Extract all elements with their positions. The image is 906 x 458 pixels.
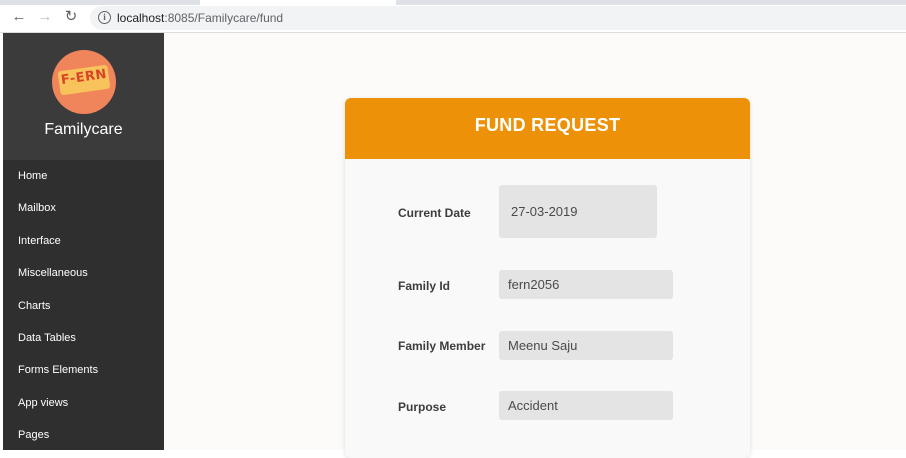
url-text[interactable]: localhost:8085/Familycare/fund [117, 11, 283, 25]
url-host: localhost [117, 11, 165, 25]
logo[interactable]: F-ERN [52, 50, 116, 114]
sidebar-item-pages[interactable]: Pages [3, 419, 164, 451]
active-tab[interactable] [200, 0, 396, 5]
family-member-label: Family Member [398, 339, 486, 353]
family-id-label: Family Id [398, 279, 451, 293]
main-content: FUND REQUEST Current Date Family Id Fami… [164, 33, 906, 458]
fund-request-card: FUND REQUEST Current Date Family Id Fami… [345, 98, 750, 458]
sidebar: F-ERN Familycare Home Mailbox Interface … [3, 33, 164, 450]
browser-toolbar: ← → ↻ i localhost:8085/Familycare/fund [0, 0, 906, 33]
sidebar-item-interface[interactable]: Interface [3, 225, 164, 257]
current-date-field[interactable] [499, 185, 657, 238]
sidebar-item-miscellaneous[interactable]: Miscellaneous [3, 257, 164, 289]
family-member-field[interactable] [499, 331, 673, 360]
purpose-field[interactable] [499, 391, 673, 420]
page-title: FUND REQUEST [474, 115, 621, 135]
sidebar-item-forms-elements[interactable]: Forms Elements [3, 354, 164, 386]
sidebar-header: F-ERN Familycare [3, 33, 164, 160]
info-icon[interactable]: i [98, 11, 111, 24]
forward-icon[interactable]: → [36, 8, 54, 26]
card-header: FUND REQUEST [345, 98, 750, 159]
sidebar-item-mailbox[interactable]: Mailbox [3, 192, 164, 224]
tab-strip [0, 0, 906, 5]
brand-name[interactable]: Familycare [3, 121, 164, 139]
sidebar-item-data-tables[interactable]: Data Tables [3, 322, 164, 354]
url-path: :8085/Familycare/fund [164, 11, 284, 25]
sidebar-item-home[interactable]: Home [3, 160, 164, 192]
family-id-field[interactable] [499, 270, 673, 299]
sidebar-menu: Home Mailbox Interface Miscellaneous Cha… [3, 160, 164, 452]
address-bar[interactable]: i localhost:8085/Familycare/fund [90, 6, 906, 30]
current-date-label: Current Date [398, 206, 471, 220]
sidebar-item-app-views[interactable]: App views [3, 387, 164, 419]
sidebar-item-charts[interactable]: Charts [3, 290, 164, 322]
back-icon[interactable]: ← [10, 8, 28, 26]
reload-icon[interactable]: ↻ [62, 8, 80, 26]
purpose-label: Purpose [398, 400, 447, 414]
